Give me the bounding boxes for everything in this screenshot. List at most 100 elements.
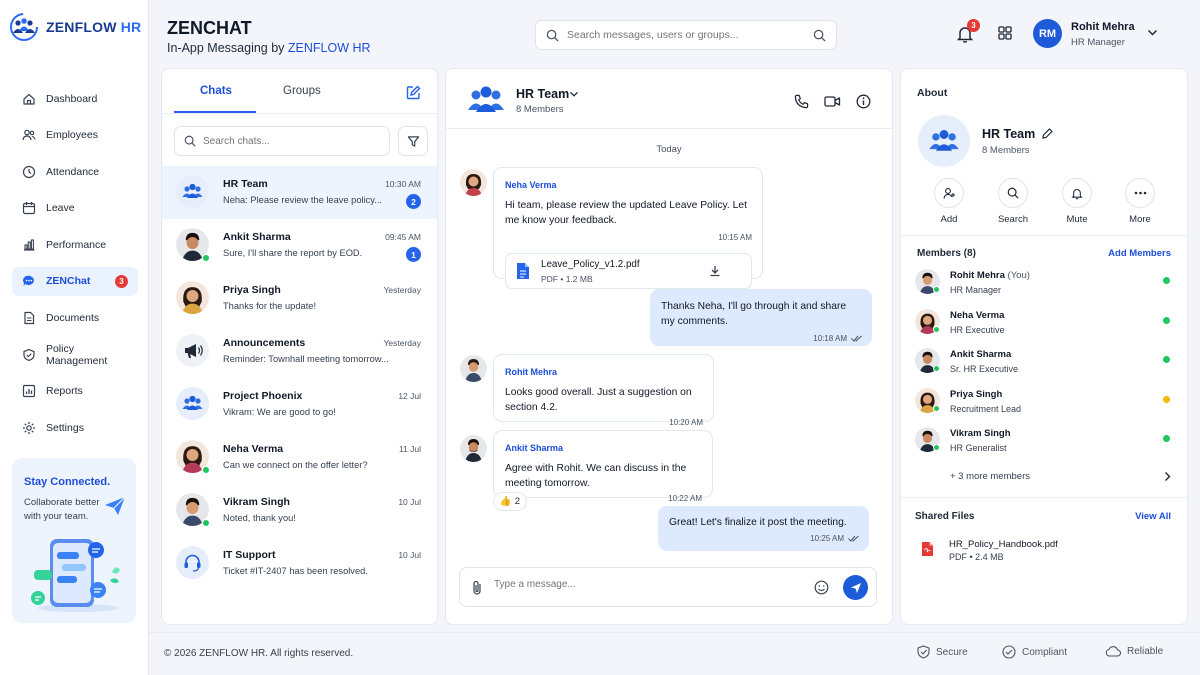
sidebar-item-attendance[interactable]: Attendance — [12, 157, 138, 186]
reports-icon — [22, 385, 36, 398]
divider — [901, 497, 1187, 498]
add-action-button[interactable]: Add — [924, 178, 974, 225]
sidebar-item-dashboard[interactable]: Dashboard — [12, 84, 138, 113]
tab-groups[interactable]: Groups — [283, 85, 321, 97]
sidebar-nav: Dashboard Employees Attendance Leave Perform… — [12, 84, 138, 450]
message-bubble[interactable]: Neha Verma Hi team, please review the up… — [493, 167, 763, 289]
edit-pencil-icon[interactable] — [1042, 128, 1053, 139]
home-icon — [23, 93, 35, 105]
global-search-input[interactable] — [567, 29, 813, 41]
chat-item[interactable]: IT Support Ticket #IT-2407 has been resol… — [162, 537, 437, 590]
info-icon[interactable] — [856, 94, 871, 109]
sidebar-item-zenchat[interactable]: ZENChat 3 — [12, 266, 138, 296]
chevron-down-icon[interactable] — [1147, 29, 1158, 37]
video-call-icon[interactable] — [824, 95, 841, 108]
chevron-right-icon[interactable] — [1164, 471, 1171, 482]
message-bubble-outgoing[interactable]: Great! Let's finalize it post the meetin… — [658, 506, 869, 551]
chat-preview: Sure, I'll share the report by EOD. — [223, 248, 363, 258]
chat-name: Announcements — [223, 337, 306, 349]
chat-time: Yesterday — [383, 285, 422, 295]
member-row[interactable]: Vikram Singh HR Generalist — [901, 427, 1187, 467]
document-icon — [24, 311, 35, 325]
send-icon — [850, 582, 861, 593]
chat-item[interactable]: Neha Verma Can we connect on the offer le… — [162, 431, 437, 484]
attachment-icon[interactable] — [471, 580, 483, 596]
sidebar-item-employees[interactable]: Employees — [12, 121, 138, 150]
chat-search[interactable] — [174, 126, 390, 156]
global-search[interactable] — [535, 20, 837, 50]
chat-time: Yesterday — [383, 338, 422, 348]
file-attachment[interactable]: Leave_Policy_v1.2.pdf PDF • 1.2 MB — [505, 253, 752, 289]
chat-item[interactable]: Announcements Reminder: Townhall meeting … — [162, 325, 437, 378]
add-user-icon — [942, 187, 955, 199]
avatar-rohit-mehra — [460, 355, 487, 382]
chat-preview: Vikram: We are good to go! — [223, 407, 336, 417]
download-icon[interactable] — [709, 265, 721, 277]
member-row[interactable]: Priya Singh Recruitment Lead — [901, 387, 1187, 428]
chat-item[interactable]: Ankit Sharma Sure, I'll share the report … — [162, 219, 437, 272]
message-sender: Ankit Sharma — [505, 443, 564, 453]
sidebar-item-label: Attendance — [46, 165, 100, 178]
calendar-icon — [22, 202, 36, 215]
search-submit-icon[interactable] — [813, 29, 826, 42]
member-row[interactable]: Ankit Sharma Sr. HR Executive — [901, 348, 1187, 388]
message-bubble[interactable]: Rohit Mehra Looks good overall. Just a s… — [493, 354, 714, 427]
apps-grid-icon[interactable] — [998, 26, 1012, 40]
sidebar-item-documents[interactable]: Documents — [12, 304, 138, 333]
tab-chats[interactable]: Chats — [200, 85, 232, 97]
member-role: HR Generalist — [950, 443, 1007, 453]
user-name: Rohit Mehra — [1071, 21, 1135, 33]
emoji-icon[interactable] — [814, 580, 829, 595]
app-logo[interactable]: ZENFLOW HR — [8, 12, 141, 42]
add-members-link[interactable]: Add Members — [1108, 248, 1171, 259]
chat-search-input[interactable] — [203, 135, 380, 147]
chevron-down-icon[interactable] — [569, 91, 579, 98]
message-input[interactable] — [494, 579, 794, 590]
member-row[interactable]: Rohit Mehra (You) HR Manager — [901, 269, 1187, 309]
conversation-panel: HR Team 8 Members Today Neha Verma Hi te… — [445, 68, 893, 625]
sidebar-item-policy-management[interactable]: Policy Management — [12, 340, 138, 369]
sidebar-item-performance[interactable]: Performance — [12, 230, 138, 259]
view-all-link[interactable]: View All — [1135, 511, 1171, 522]
message-text: Hi team, please review the updated Leave… — [505, 200, 747, 226]
message-reaction[interactable]: 👍 2 — [493, 492, 527, 511]
action-label: More — [1129, 214, 1151, 225]
online-status — [202, 254, 210, 262]
message-bubble-outgoing[interactable]: Thanks Neha, I'll go through it and shar… — [650, 289, 872, 346]
chat-preview: Ticket #IT-2407 has been resolved. — [223, 566, 368, 576]
member-row[interactable]: Neha Verma HR Executive — [901, 308, 1187, 349]
compose-icon[interactable] — [406, 85, 421, 100]
sidebar-item-leave[interactable]: Leave — [12, 194, 138, 223]
shared-file-name[interactable]: HR_Policy_Handbook.pdf — [949, 539, 1058, 550]
sidebar-item-label: ZENChat — [46, 275, 91, 288]
thumbs-up-icon: 👍 — [499, 496, 512, 507]
sidebar-item-reports[interactable]: Reports — [12, 377, 138, 406]
online-status — [202, 519, 210, 527]
chat-item[interactable]: Project Phoenix Vikram: We are good to go… — [162, 378, 437, 431]
more-members-link[interactable]: + 3 more members — [950, 471, 1030, 482]
more-action-button[interactable]: More — [1115, 178, 1165, 225]
filter-button[interactable] — [398, 126, 428, 156]
chat-time: 10 Jul — [398, 497, 421, 507]
send-button[interactable] — [843, 575, 868, 600]
chat-item[interactable]: HR Team Neha: Please review the leave pol… — [162, 166, 437, 219]
online-status — [933, 365, 940, 372]
megaphone-icon — [176, 334, 209, 367]
search-action-button[interactable]: Search — [988, 178, 1038, 225]
chat-item[interactable]: Priya Singh Thanks for the update! Yesterd… — [162, 272, 437, 325]
avatar-ankit-sharma — [460, 435, 487, 462]
mute-action-button[interactable]: Mute — [1052, 178, 1102, 225]
conversation-title[interactable]: HR Team — [516, 87, 569, 101]
shield-icon — [917, 645, 930, 659]
user-avatar[interactable]: RM — [1033, 19, 1062, 48]
file-doc-icon — [517, 263, 529, 279]
filter-icon — [407, 135, 419, 147]
sidebar-item-settings[interactable]: Settings — [12, 413, 138, 442]
message-bubble[interactable]: Ankit Sharma Agree with Rohit. We can di… — [493, 430, 713, 503]
page-subtitle: In-App Messaging by ZENFLOW HR — [167, 41, 371, 55]
chat-item[interactable]: Vikram Singh Noted, thank you! 10 Jul — [162, 484, 437, 537]
more-dots-icon — [1134, 191, 1146, 195]
phone-icon[interactable] — [794, 94, 809, 109]
status-dot — [1163, 316, 1170, 324]
double-check-icon — [848, 535, 859, 542]
